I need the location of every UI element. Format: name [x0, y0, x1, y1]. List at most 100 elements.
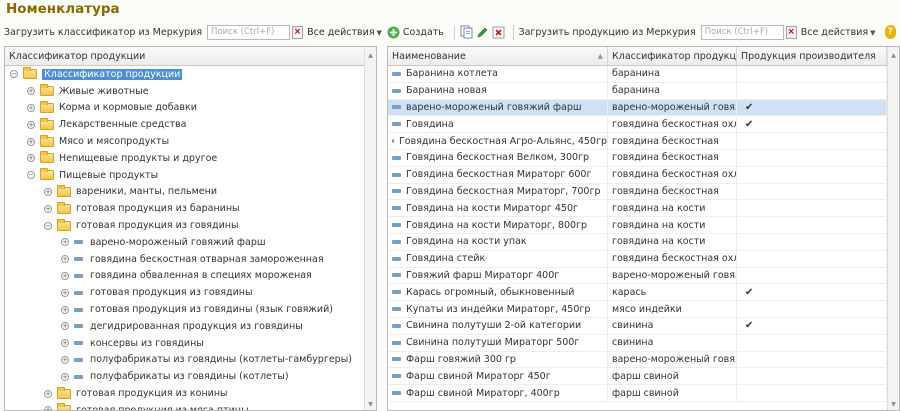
table-row[interactable]: Карась огромный, обыкновенный карась ✔	[388, 284, 899, 302]
table-row[interactable]: Говядина бескостная Мираторг 600г говядин…	[388, 166, 899, 184]
tree-folder-node[interactable]: + вареники, манты, пельмени	[5, 184, 376, 201]
tree-folder-node[interactable]: + Мясо и мясопродукты	[5, 133, 376, 150]
copy-icon[interactable]	[460, 24, 474, 40]
grid-scrollbar[interactable]: ▲ ▼	[887, 47, 899, 410]
expand-icon[interactable]: +	[44, 389, 52, 398]
tree-folder-node[interactable]: + Живые животные	[5, 83, 376, 100]
cell-name: Говядина бескостная Велком, 300гр	[388, 149, 608, 166]
column-header-producer[interactable]: Продукция производителя	[737, 47, 887, 65]
cell-name-text: Фарш свиной Мираторг, 400гр	[406, 387, 560, 399]
item-icon	[392, 239, 401, 244]
collapse-icon[interactable]: −	[10, 70, 18, 79]
expand-icon[interactable]: +	[44, 406, 52, 410]
tree-item-node[interactable]: + варено-мороженый говяжий фарш	[5, 234, 376, 251]
expand-icon[interactable]: +	[44, 187, 52, 196]
cell-name: Карась огромный, обыкновенный	[388, 284, 608, 301]
cell-producer	[737, 82, 887, 99]
cell-classifier: баранина	[608, 82, 737, 99]
classifier-tree-panel: Классификатор продукции − Классификатор п…	[4, 46, 377, 411]
expand-icon[interactable]: +	[44, 204, 52, 213]
table-row[interactable]: Купаты из индейки Мираторг, 450гр мясо ин…	[388, 301, 899, 318]
expand-icon[interactable]: +	[61, 372, 69, 381]
scroll-down-icon[interactable]: ▼	[365, 401, 376, 408]
table-row[interactable]: Говядина на кости Мираторг, 800гр говядин…	[388, 217, 899, 234]
delete-mark-icon[interactable]	[492, 24, 506, 40]
column-header-name[interactable]: Наименование ▲	[388, 47, 608, 65]
clear-search-icon[interactable]: ×	[292, 25, 304, 39]
load-products-button[interactable]: Загрузить продукцию из Меркурия	[518, 27, 695, 38]
column-header-classifier[interactable]: Классификатор продукции	[608, 47, 737, 65]
products-search-input[interactable]: Поиск (Ctrl+F)	[700, 24, 784, 40]
all-actions-menu-left[interactable]: Все действия ▼	[307, 27, 382, 38]
expand-icon[interactable]: +	[27, 120, 35, 129]
tree-folder-node[interactable]: + готовая продукция из мяса птицы	[5, 402, 376, 410]
table-row[interactable]: Фарш говяжий 300 гр варено-мороженый говя…	[388, 351, 899, 369]
tree-folder-node[interactable]: + готовая продукция из конины	[5, 385, 376, 402]
tree-folder-node[interactable]: + Непищевые продукты и другое	[5, 150, 376, 167]
tree-item-node[interactable]: + консервы из говядины	[5, 335, 376, 352]
tree-item-node[interactable]: + полуфабрикаты из говядины (котлеты-гамб…	[5, 352, 376, 369]
collapse-icon[interactable]: −	[27, 171, 35, 180]
table-row[interactable]: Говядина бескостная Мираторг, 700гр говяд…	[388, 183, 899, 201]
table-row[interactable]: Говяжий фарш Мираторг 400г варено-морожен…	[388, 267, 899, 285]
tree-folder-node[interactable]: + Лекарственные средства	[5, 116, 376, 133]
tree-item-node[interactable]: + готовая продукция из говядины	[5, 284, 376, 301]
folder-icon	[40, 100, 54, 113]
toolbar-divider	[512, 24, 514, 40]
item-icon	[392, 357, 401, 362]
table-row[interactable]: Говядина бескостная Агро-Альянс, 450гр го…	[388, 133, 899, 150]
table-row[interactable]: Баранина новая баранина	[388, 82, 899, 100]
create-icon[interactable]	[387, 24, 401, 40]
table-row[interactable]: Говядина стейк говядина бескостная охл...	[388, 250, 899, 268]
tree-folder-node[interactable]: + Корма и кормовые добавки	[5, 100, 376, 117]
scroll-up-icon[interactable]: ▲	[365, 52, 376, 59]
expand-icon[interactable]: +	[61, 322, 69, 331]
tree-node-label: консервы из говядины	[90, 337, 204, 349]
cell-name: Говядина	[388, 116, 608, 133]
table-row[interactable]: Свинина полутуши Мираторг 500г свинина	[388, 334, 899, 352]
tree-folder-node[interactable]: − Классификатор продукции	[5, 66, 376, 83]
help-icon[interactable]: ?	[884, 25, 897, 39]
tree-item-node[interactable]: + полуфабрикаты из говядины (котлеты)	[5, 368, 376, 385]
edit-pencil-icon[interactable]	[476, 24, 490, 40]
clear-search-icon[interactable]: ×	[785, 25, 797, 39]
scroll-up-icon[interactable]: ▲	[888, 52, 899, 59]
tree-folder-node[interactable]: − Пищевые продукты	[5, 167, 376, 184]
table-row[interactable]: Говядина на кости упак говядина на кости	[388, 233, 899, 251]
table-row[interactable]: Говядина говядина бескостная охл... ✔	[388, 116, 899, 134]
scroll-down-icon[interactable]: ▼	[888, 401, 899, 408]
classifier-search-input[interactable]: Поиск (Ctrl+F)	[207, 24, 291, 40]
tree-scrollbar[interactable]: ▲ ▼	[364, 47, 376, 410]
tree-item-node[interactable]: + говядина обваленная в специях мороженая	[5, 268, 376, 285]
table-row[interactable]: Говядина бескостная Велком, 300гр говядин…	[388, 149, 899, 167]
load-classifier-button[interactable]: Загрузить классификатор из Меркурия	[4, 27, 202, 38]
tree-item-node[interactable]: + дегидрированная продукция из говядины	[5, 318, 376, 335]
expand-icon[interactable]: +	[61, 288, 69, 297]
table-row[interactable]: Фарш свиной Мираторг 450г фарш свиной	[388, 368, 899, 386]
tree-item-node[interactable]: + говядина бескостная отварная замороженн…	[5, 251, 376, 268]
expand-icon[interactable]: +	[27, 87, 35, 96]
tree-folder-node[interactable]: + готовая продукция из баранины	[5, 200, 376, 217]
collapse-icon[interactable]: −	[44, 221, 52, 230]
expand-icon[interactable]: +	[61, 355, 69, 364]
tree-node-label: Классификатор продукции	[42, 68, 183, 80]
create-button[interactable]: Создать	[403, 27, 444, 38]
tree-folder-node[interactable]: − готовая продукция из говядины	[5, 217, 376, 234]
expand-icon[interactable]: +	[27, 154, 35, 163]
table-row[interactable]: Фарш свиной Мираторг, 400гр фарш свиной	[388, 385, 899, 402]
expand-icon[interactable]: +	[61, 305, 69, 314]
tree-item-node[interactable]: + готовая продукция из говядины (язык гов…	[5, 301, 376, 318]
table-row[interactable]: Говядина на кости Мираторг 450г говядина …	[388, 200, 899, 218]
all-actions-menu-right[interactable]: Все действия ▼	[801, 27, 876, 38]
table-row[interactable]: Свинина полутуши 2-ой категории свинина ✔	[388, 317, 899, 335]
expand-icon[interactable]: +	[27, 137, 35, 146]
table-row[interactable]: Баранина котлета баранина	[388, 66, 899, 83]
expand-icon[interactable]: +	[61, 255, 69, 264]
table-row[interactable]: варено-мороженый говяжий фарш варено-моро…	[388, 99, 899, 117]
expand-icon[interactable]: +	[61, 271, 69, 280]
tree-column-header[interactable]: Классификатор продукции	[5, 47, 365, 65]
expand-icon[interactable]: +	[27, 103, 35, 112]
expand-icon[interactable]: +	[61, 339, 69, 348]
expand-icon[interactable]: +	[61, 238, 69, 247]
cell-classifier: говядина бескостная охл...	[608, 250, 737, 267]
